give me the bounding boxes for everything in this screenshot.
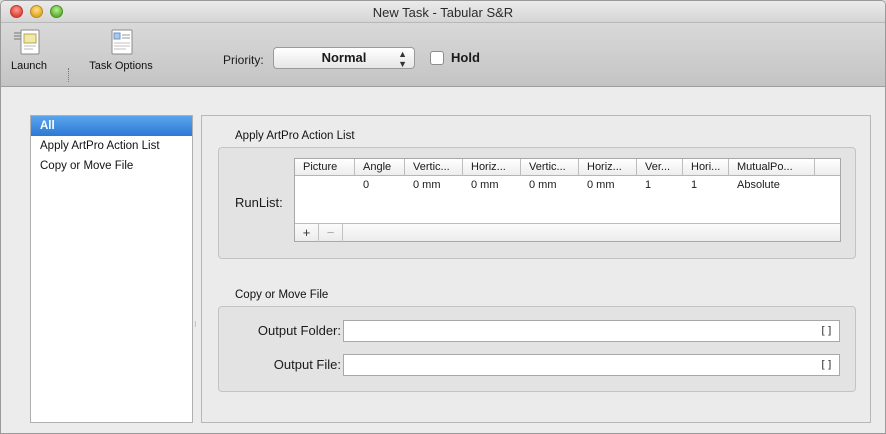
column-header-vertical-1[interactable]: Vertic... (405, 159, 463, 176)
table-cell: 0 (363, 179, 370, 191)
table-cell (295, 177, 355, 194)
table-cell: 1 (691, 179, 698, 191)
output-file-label: Output File: (273, 357, 341, 372)
column-header-vertical-2[interactable]: Vertic... (521, 159, 579, 176)
priority-label: Priority: (223, 53, 264, 67)
window-title: New Task - Tabular S&R (372, 5, 514, 20)
browse-file-icon[interactable]: [] (820, 358, 833, 371)
output-folder-label: Output Folder: (257, 323, 341, 338)
priority-value: Normal (321, 50, 367, 65)
copy-move-group: Output Folder: [] Output File: [] (218, 306, 856, 392)
table-cell: 0 mm (413, 179, 441, 191)
column-header-mutual-position[interactable]: MutualPo... (729, 159, 815, 176)
action-list-section-title: Apply ArtPro Action List (235, 130, 355, 142)
sidebar-item-all[interactable]: All (31, 116, 192, 136)
sidebar-item-apply-artpro-action-list[interactable]: Apply ArtPro Action List (31, 136, 192, 156)
table-cell: 0 mm (529, 179, 557, 191)
browse-folder-icon[interactable]: [] (820, 324, 833, 337)
launch-label: Launch (10, 60, 48, 72)
toolbar: Launch Task Options Priority: Normal ▲▼ (1, 23, 885, 87)
runlist-label: RunList: (235, 195, 283, 210)
select-arrows-icon: ▲ ▼ (398, 49, 407, 69)
runlist-table-header: Picture Angle Vertic... Horiz... Vertic.… (295, 159, 840, 176)
sidebar-item-label: Copy or Move File (40, 160, 134, 172)
task-options-label: Task Options (89, 60, 153, 72)
main-panel: Apply ArtPro Action List RunList: Pictur… (201, 115, 871, 423)
column-header-angle[interactable]: Angle (355, 159, 405, 176)
table-row[interactable]: 0 0 mm 0 mm 0 mm 0 mm 1 1 Absolute (295, 177, 840, 194)
priority-select[interactable]: Normal ▲ ▼ (273, 47, 415, 69)
action-list-group: RunList: Picture Angle Vertic... Horiz..… (218, 147, 856, 259)
task-options-icon (105, 27, 137, 57)
table-cell: 0 mm (471, 179, 499, 191)
title-bar: New Task - Tabular S&R (1, 1, 885, 23)
task-window: New Task - Tabular S&R Launch Task Optio… (0, 0, 886, 434)
column-header-horizontal-2[interactable]: Horiz... (579, 159, 637, 176)
column-header-horizontal-count[interactable]: Hori... (683, 159, 729, 176)
launch-button[interactable]: Launch (5, 27, 53, 72)
remove-row-button[interactable]: − (319, 224, 343, 242)
table-cell: Absolute (737, 179, 780, 191)
hold-label: Hold (451, 50, 480, 65)
output-file-field[interactable]: [] (343, 354, 840, 376)
column-header-vertical-count[interactable]: Ver... (637, 159, 683, 176)
copy-move-section-title: Copy or Move File (235, 289, 329, 301)
add-row-button[interactable]: + (295, 224, 319, 242)
hold-checkbox[interactable] (430, 51, 444, 65)
sidebar-item-label: Apply ArtPro Action List (40, 140, 160, 152)
sidebar: All Apply ArtPro Action List Copy or Mov… (30, 115, 193, 423)
runlist-table[interactable]: Picture Angle Vertic... Horiz... Vertic.… (294, 158, 841, 242)
sidebar-item-label: All (40, 120, 55, 132)
sidebar-item-copy-or-move-file[interactable]: Copy or Move File (31, 156, 192, 176)
launch-icon (13, 27, 45, 57)
column-header-picture[interactable]: Picture (295, 159, 355, 176)
runlist-table-footer: + − (295, 223, 840, 242)
table-cell: 0 mm (587, 179, 615, 191)
table-cell: 1 (645, 179, 652, 191)
output-folder-field[interactable]: [] (343, 320, 840, 342)
splitter-handle[interactable]: ⁝ (194, 320, 199, 330)
task-options-button[interactable]: Task Options (81, 27, 161, 72)
toolbar-separator (68, 68, 69, 82)
column-header-horizontal-1[interactable]: Horiz... (463, 159, 521, 176)
